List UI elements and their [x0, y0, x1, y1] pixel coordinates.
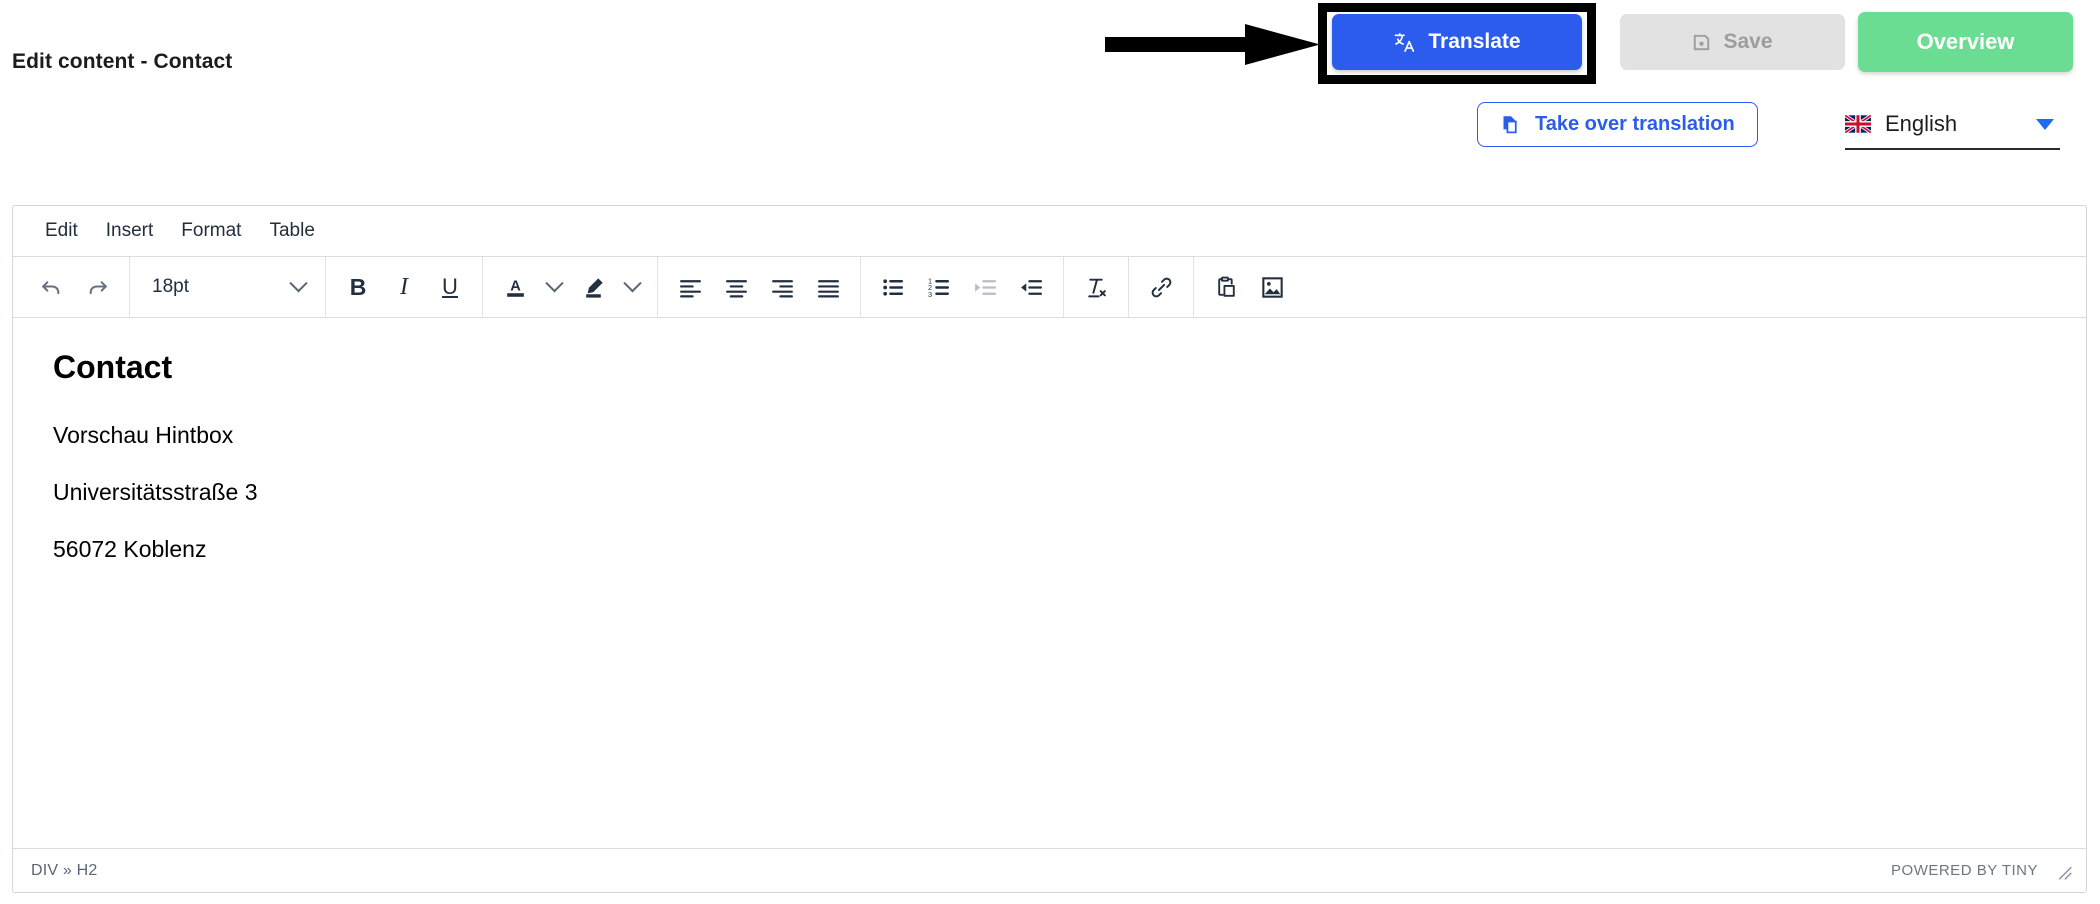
highlight-color-icon[interactable]	[571, 265, 615, 309]
align-left-icon[interactable]	[668, 265, 712, 309]
insert-image-icon[interactable]	[1250, 265, 1294, 309]
menu-item-format[interactable]: Format	[167, 215, 255, 247]
editor-statusbar: DIV » H2 POWERED BY TINY	[13, 848, 2086, 892]
translate-button[interactable]: Translate	[1332, 14, 1582, 70]
tiny-branding[interactable]: POWERED BY TINY	[1891, 862, 2038, 879]
toolbar-group-history	[19, 257, 130, 317]
menu-item-insert[interactable]: Insert	[92, 215, 168, 247]
outdent-icon[interactable]	[963, 265, 1007, 309]
overview-button-label: Overview	[1916, 29, 2015, 54]
tinymce-editor: Edit Insert Format Table 18pt B I U A 1 …	[12, 205, 2087, 893]
content-paragraph: Universitätsstraße 3	[53, 479, 258, 506]
svg-text:3: 3	[928, 289, 932, 298]
content-heading: Contact	[53, 349, 173, 385]
remove-formatting-icon[interactable]	[1074, 265, 1118, 309]
copy-pages-icon	[1500, 114, 1521, 135]
menu-item-table[interactable]: Table	[255, 215, 328, 247]
save-button[interactable]: Save	[1620, 14, 1845, 70]
svg-text:A: A	[510, 278, 521, 294]
chevron-down-icon	[622, 273, 642, 292]
underline-label: U	[442, 274, 458, 299]
toolbar-group-align	[658, 257, 861, 317]
bold-button[interactable]: B	[336, 265, 380, 309]
take-over-translation-button[interactable]: Take over translation	[1477, 102, 1758, 147]
content-paragraph: Vorschau Hintbox	[53, 422, 234, 449]
italic-button[interactable]: I	[382, 265, 426, 309]
toolbar-group-insert	[1194, 257, 1304, 317]
toolbar-group-lists: 123	[861, 257, 1064, 317]
language-select[interactable]: English	[1845, 100, 2060, 150]
right-arrow-icon	[1105, 24, 1320, 65]
editor-content-area[interactable]: Contact Vorschau Hintbox Universitätsstr…	[13, 318, 2086, 848]
resize-handle-icon[interactable]	[2054, 862, 2072, 880]
content-paragraph: 56072 Koblenz	[53, 536, 207, 563]
toolbar-group-removeformat	[1064, 257, 1129, 317]
highlight-color-chevron-down-icon[interactable]	[617, 265, 647, 309]
indent-icon[interactable]	[1009, 265, 1053, 309]
text-color-icon[interactable]: A	[493, 265, 537, 309]
italic-label: I	[400, 274, 408, 300]
toolbar-group-link	[1129, 257, 1194, 317]
translate-button-label: Translate	[1428, 30, 1521, 53]
toolbar-group-textstyle: B I U	[326, 257, 483, 317]
uk-flag-icon	[1845, 115, 1871, 133]
toolbar-group-fontsize: 18pt	[130, 257, 326, 317]
floppy-disk-icon	[1692, 33, 1711, 52]
font-size-select[interactable]: 18pt	[140, 265, 315, 309]
font-size-value: 18pt	[152, 276, 189, 297]
paste-icon[interactable]	[1204, 265, 1248, 309]
chevron-down-icon	[289, 273, 308, 292]
align-right-icon[interactable]	[760, 265, 804, 309]
take-over-translation-label: Take over translation	[1535, 113, 1735, 135]
align-justify-icon[interactable]	[806, 265, 850, 309]
underline-button[interactable]: U	[428, 265, 472, 309]
text-color-chevron-down-icon[interactable]	[539, 265, 569, 309]
element-path[interactable]: DIV » H2	[31, 862, 98, 880]
numbered-list-icon[interactable]: 123	[917, 265, 961, 309]
top-action-bar: Edit content - Contact Translate Save Ov…	[0, 0, 2100, 150]
overview-button[interactable]: Overview	[1858, 12, 2073, 72]
chevron-down-icon	[544, 273, 564, 292]
translate-icon	[1393, 31, 1416, 54]
save-button-label: Save	[1723, 30, 1773, 53]
menu-item-edit[interactable]: Edit	[31, 215, 92, 247]
editor-toolbar: 18pt B I U A 1 2 3	[13, 257, 2086, 318]
language-select-value: English	[1885, 111, 1958, 136]
redo-icon[interactable]	[75, 265, 119, 309]
page-title: Edit content - Contact	[12, 50, 233, 73]
bulleted-list-icon[interactable]	[871, 265, 915, 309]
edit-content-page: Edit content - Contact Translate Save Ov…	[0, 0, 2100, 904]
toolbar-group-colors: A	[483, 257, 658, 317]
editor-menubar: Edit Insert Format Table	[13, 206, 2086, 257]
undo-icon[interactable]	[29, 265, 73, 309]
bold-label: B	[349, 273, 367, 300]
chevron-down-icon	[2036, 118, 2054, 130]
statusbar-right: POWERED BY TINY	[1891, 862, 2072, 880]
align-center-icon[interactable]	[714, 265, 758, 309]
link-icon[interactable]	[1139, 265, 1183, 309]
